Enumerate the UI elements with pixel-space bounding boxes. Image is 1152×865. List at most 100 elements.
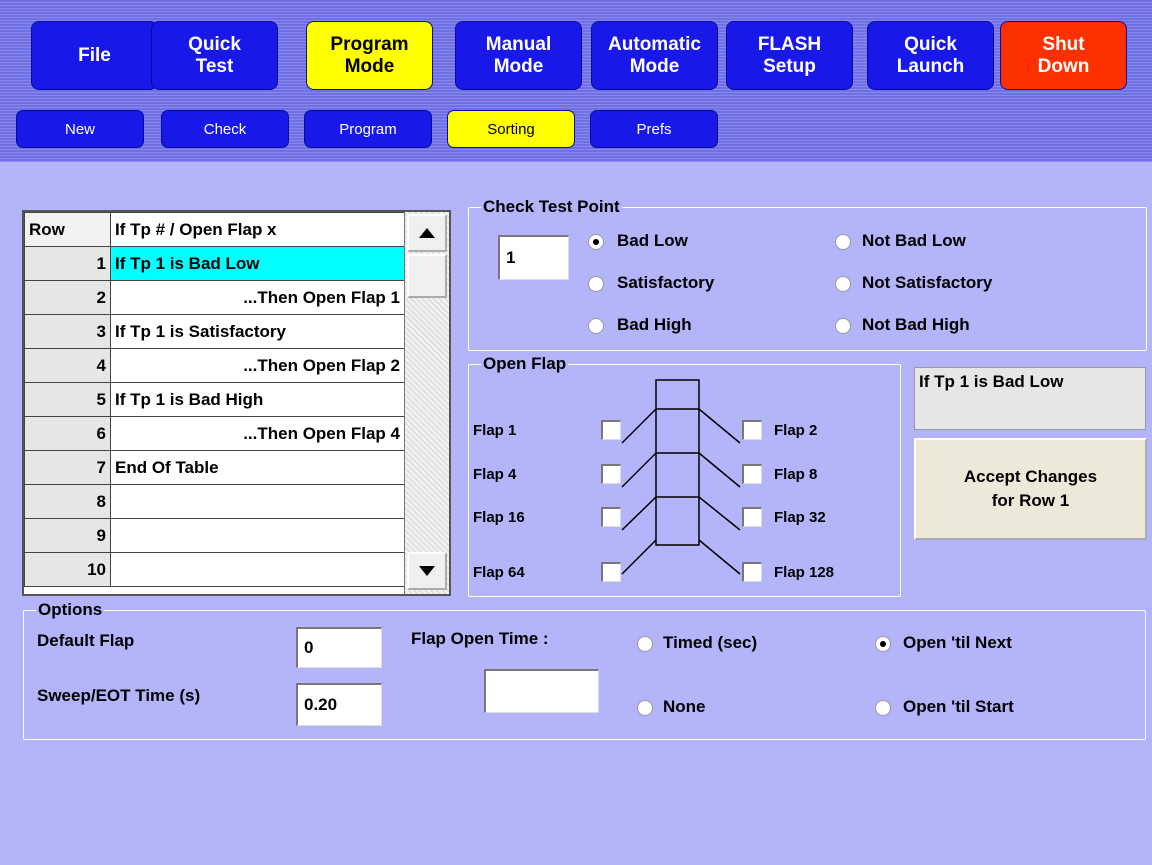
shut-down-button[interactable]: Shut Down: [1000, 21, 1127, 90]
flap-32-label: Flap 32: [774, 509, 826, 526]
table-row[interactable]: 7 End Of Table: [24, 450, 405, 485]
flap-32-checkbox[interactable]: [742, 507, 762, 527]
row-text[interactable]: End Of Table: [110, 450, 405, 485]
automatic-mode-button[interactable]: Automatic Mode: [591, 21, 718, 90]
condition-column-header: If Tp # / Open Flap x: [110, 212, 405, 247]
row-text[interactable]: [110, 552, 405, 587]
options-title: Options: [38, 600, 103, 619]
row-number: 2: [24, 280, 111, 315]
tab-program[interactable]: Program: [304, 110, 432, 148]
row-text[interactable]: ...Then Open Flap 2: [110, 348, 405, 383]
none-label: None: [663, 697, 706, 716]
flap-8-label: Flap 8: [774, 466, 818, 483]
flap-128-checkbox[interactable]: [742, 562, 762, 582]
scroll-down-button[interactable]: [407, 552, 447, 590]
accept-changes-button[interactable]: Accept Changes for Row 1: [914, 438, 1147, 540]
row-description-display: If Tp 1 is Bad Low: [914, 367, 1146, 430]
not-satisfactory-radio[interactable]: [835, 276, 851, 292]
row-text[interactable]: ...Then Open Flap 1: [110, 280, 405, 315]
table-row[interactable]: 10: [24, 552, 405, 587]
row-number: 3: [24, 314, 111, 349]
tab-check[interactable]: Check: [161, 110, 289, 148]
row-number: 5: [24, 382, 111, 417]
flap-open-time-label: Flap Open Time :: [411, 629, 549, 648]
table-row[interactable]: 6 ...Then Open Flap 4: [24, 416, 405, 451]
default-flap-label: Default Flap: [37, 631, 135, 650]
open-til-start-label: Open 'til Start: [903, 697, 1014, 716]
row-number: 8: [24, 484, 111, 519]
table-row[interactable]: 3 If Tp 1 is Satisfactory: [24, 314, 405, 349]
table-row[interactable]: 1 If Tp 1 is Bad Low: [24, 246, 405, 281]
arrow-down-icon: [419, 566, 435, 576]
check-test-point-title: Check Test Point: [483, 197, 620, 216]
satisfactory-radio[interactable]: [588, 276, 604, 292]
row-number: 4: [24, 348, 111, 383]
tab-sorting[interactable]: Sorting: [447, 110, 575, 148]
row-text[interactable]: If Tp 1 is Satisfactory: [110, 314, 405, 349]
open-til-next-radio[interactable]: [875, 636, 891, 652]
flap-1-label: Flap 1: [473, 422, 517, 439]
sweep-time-input[interactable]: [296, 683, 382, 726]
flap-4-checkbox[interactable]: [601, 464, 621, 484]
row-number: 9: [24, 518, 111, 553]
tab-prefs[interactable]: Prefs: [590, 110, 718, 148]
row-text[interactable]: If Tp 1 is Bad High: [110, 382, 405, 417]
check-test-point-group: Check Test Point: [468, 197, 1147, 351]
open-til-start-radio[interactable]: [875, 700, 891, 716]
flash-setup-button[interactable]: FLASH Setup: [726, 21, 853, 90]
flap-diagram: [621, 379, 741, 575]
test-point-input[interactable]: [498, 235, 569, 280]
row-number: 10: [24, 552, 111, 587]
arrow-up-icon: [419, 228, 435, 238]
not-bad-low-radio[interactable]: [835, 234, 851, 250]
table-row[interactable]: 8: [24, 484, 405, 519]
bad-high-radio[interactable]: [588, 318, 604, 334]
row-text[interactable]: [110, 518, 405, 553]
row-number: 1: [24, 246, 111, 281]
not-bad-low-label: Not Bad Low: [862, 231, 966, 250]
table-row[interactable]: 9: [24, 518, 405, 553]
row-text[interactable]: [110, 484, 405, 519]
none-radio[interactable]: [637, 700, 653, 716]
bad-high-label: Bad High: [617, 315, 692, 334]
quick-test-button[interactable]: Quick Test: [151, 21, 278, 90]
table-row[interactable]: 4 ...Then Open Flap 2: [24, 348, 405, 383]
table-row[interactable]: 5 If Tp 1 is Bad High: [24, 382, 405, 417]
not-bad-high-radio[interactable]: [835, 318, 851, 334]
table-row[interactable]: 2 ...Then Open Flap 1: [24, 280, 405, 315]
sorting-table: Row If Tp # / Open Flap x 1 If Tp 1 is B…: [22, 210, 451, 596]
file-button[interactable]: File: [31, 21, 158, 90]
not-bad-high-label: Not Bad High: [862, 315, 970, 334]
flap-2-checkbox[interactable]: [742, 420, 762, 440]
flap-4-label: Flap 4: [473, 466, 517, 483]
scroll-up-button[interactable]: [407, 214, 447, 252]
scroll-thumb[interactable]: [407, 254, 447, 298]
flap-64-label: Flap 64: [473, 564, 525, 581]
manual-mode-button[interactable]: Manual Mode: [455, 21, 582, 90]
quick-launch-button[interactable]: Quick Launch: [867, 21, 994, 90]
flap-1-checkbox[interactable]: [601, 420, 621, 440]
open-til-next-label: Open 'til Next: [903, 633, 1012, 652]
flap-64-checkbox[interactable]: [601, 562, 621, 582]
program-mode-button[interactable]: Program Mode: [306, 21, 433, 90]
row-number: 7: [24, 450, 111, 485]
bad-low-label: Bad Low: [617, 231, 688, 250]
timed-radio[interactable]: [637, 636, 653, 652]
satisfactory-label: Satisfactory: [617, 273, 715, 292]
tab-new[interactable]: New: [16, 110, 144, 148]
table-scrollbar[interactable]: [404, 212, 449, 594]
row-text[interactable]: ...Then Open Flap 4: [110, 416, 405, 451]
row-text[interactable]: If Tp 1 is Bad Low: [110, 246, 405, 281]
default-flap-input[interactable]: [296, 627, 382, 668]
open-flap-title: Open Flap: [483, 354, 567, 373]
bad-low-radio[interactable]: [588, 234, 604, 250]
flap-open-time-input[interactable]: [484, 669, 599, 713]
flap-2-label: Flap 2: [774, 422, 818, 439]
flap-8-checkbox[interactable]: [742, 464, 762, 484]
table-header: Row If Tp # / Open Flap x: [24, 212, 405, 247]
timed-label: Timed (sec): [663, 633, 758, 652]
row-number: 6: [24, 416, 111, 451]
flap-16-label: Flap 16: [473, 509, 525, 526]
flap-16-checkbox[interactable]: [601, 507, 621, 527]
sweep-time-label: Sweep/EOT Time (s): [37, 686, 201, 705]
